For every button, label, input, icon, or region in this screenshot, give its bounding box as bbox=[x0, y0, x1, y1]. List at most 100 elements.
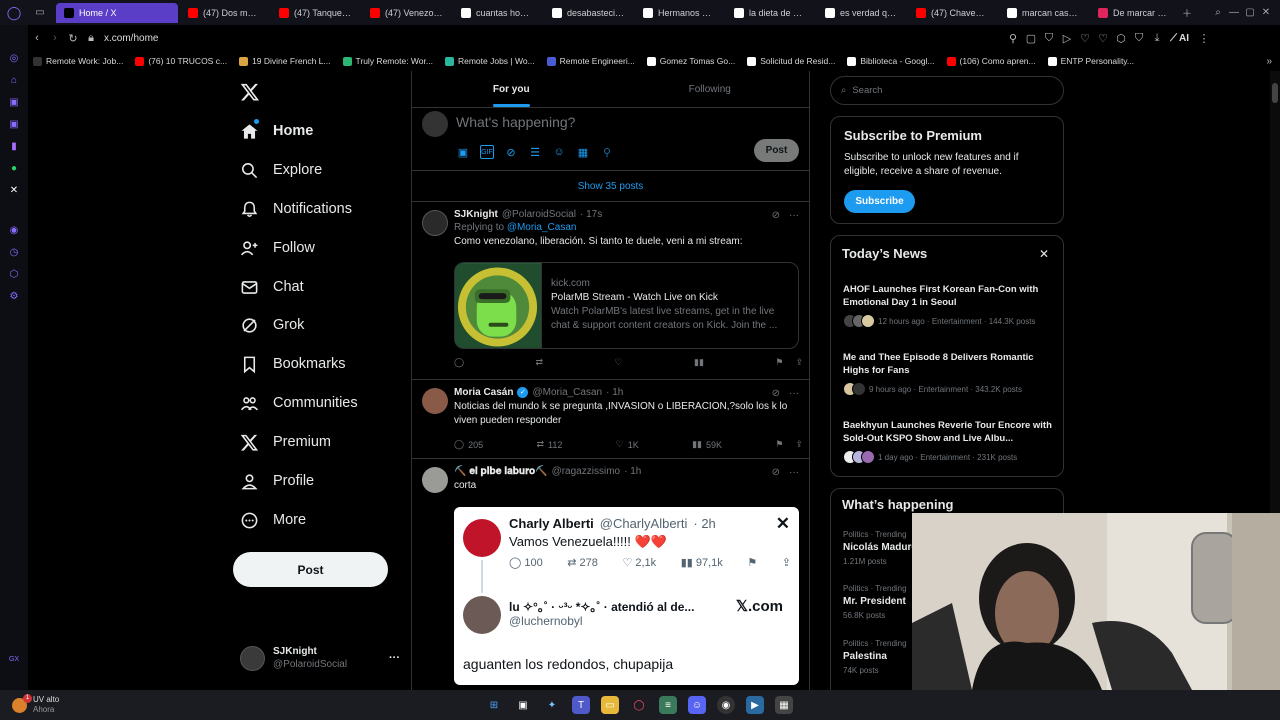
bookmark-item[interactable]: Solicitud de Resid... bbox=[742, 56, 840, 66]
repost-button[interactable]: ⇄ 112 bbox=[536, 439, 562, 450]
maximize-icon[interactable]: ▢ bbox=[1242, 5, 1258, 21]
messenger-icon[interactable]: ▣ bbox=[7, 95, 21, 109]
start-icon[interactable]: ⊞ bbox=[485, 696, 503, 714]
opera-logo-icon[interactable]: ◯ bbox=[6, 5, 22, 21]
app-active-icon[interactable]: ▶ bbox=[746, 696, 764, 714]
browser-tab[interactable]: es verdad que c bbox=[817, 3, 906, 23]
link-card[interactable]: kick.com PolarMB Stream - Watch Live on … bbox=[454, 262, 799, 349]
shield-icon[interactable]: ⛉ bbox=[1040, 29, 1058, 47]
bookmark-tweet-icon[interactable]: ⚑ bbox=[775, 439, 783, 450]
account-switcher[interactable]: SJKnight @PolaroidSocial ··· bbox=[240, 641, 400, 675]
compose-post-button[interactable]: Post bbox=[754, 139, 799, 162]
show-more-posts[interactable]: Show 35 posts bbox=[412, 171, 809, 202]
search-tabs-icon[interactable]: ⌕ bbox=[1210, 5, 1226, 21]
weather-widget[interactable]: 1 UV alto Ahora bbox=[12, 693, 132, 715]
discord-icon[interactable]: ☺ bbox=[688, 696, 706, 714]
browser-tab[interactable]: cuantas homicio bbox=[453, 3, 542, 23]
like-button[interactable]: ♡ bbox=[615, 357, 623, 368]
tweet[interactable]: ⊘ ··· ⛏️ 𝐞𝐥 𝐩𝐢𝐛𝐞 𝐥𝐚𝐛𝐮𝐫𝐨⛏️ @ragazzissimo … bbox=[412, 459, 809, 690]
share-icon[interactable]: ⇪ bbox=[795, 439, 803, 450]
bookmark-item[interactable]: Gomez Tomas Go... bbox=[642, 56, 740, 66]
news-item[interactable]: AHOF Launches First Korean Fan-Con with … bbox=[843, 283, 1055, 328]
vpn-icon[interactable]: ⛉ bbox=[1130, 29, 1148, 47]
close-window-icon[interactable]: ✕ bbox=[1258, 5, 1274, 21]
reply-button[interactable]: ◯ 205 bbox=[454, 439, 483, 450]
repost-button[interactable]: ⇄ bbox=[536, 357, 544, 368]
aria-icon[interactable]: ◎ bbox=[7, 51, 21, 65]
news-item[interactable]: Me and Thee Episode 8 Delivers Romantic … bbox=[843, 351, 1055, 396]
tweet-screenshot-image[interactable]: Charly Alberti @CharlyAlberti · 2h ✕ Vam… bbox=[454, 507, 799, 685]
news-item[interactable]: Baekhyun Launches Reverie Tour Encore wi… bbox=[843, 419, 1055, 464]
ai-button[interactable]: ⟋ AI bbox=[1170, 33, 1189, 44]
browser-tab[interactable]: (47) Dos meses bbox=[180, 3, 269, 23]
compose-input[interactable]: What's happening? bbox=[456, 114, 575, 130]
nav-item-communities[interactable]: Communities bbox=[240, 390, 358, 416]
location-icon[interactable]: ⚲ bbox=[600, 145, 614, 159]
history-icon[interactable]: ◷ bbox=[7, 245, 21, 259]
browser-tab[interactable]: Home / X bbox=[56, 2, 178, 23]
nav-item-follow[interactable]: Follow bbox=[240, 235, 315, 261]
nav-item-more[interactable]: More bbox=[240, 507, 306, 533]
views-button[interactable]: ▮▮ bbox=[694, 357, 704, 368]
tweet-handle[interactable]: @PolaroidSocial bbox=[502, 209, 576, 220]
browser-tab[interactable]: De marcar casa bbox=[1090, 3, 1179, 23]
emoji-icon[interactable]: ☺ bbox=[552, 145, 566, 159]
opera-taskbar-icon[interactable]: ◯ bbox=[630, 696, 648, 714]
schedule-icon[interactable]: ▦ bbox=[576, 145, 590, 159]
nav-item-grok[interactable]: Grok bbox=[240, 312, 304, 338]
gif-icon[interactable]: GIF bbox=[480, 145, 494, 159]
pinboard-icon[interactable]: ⬡ bbox=[7, 267, 21, 281]
menu-icon[interactable]: ⋮ bbox=[1195, 29, 1213, 47]
bookmark-item[interactable]: (76) 10 TRUCOS c... bbox=[130, 56, 232, 66]
new-tab-icon[interactable]: ＋ bbox=[1179, 5, 1195, 21]
browser-tab[interactable]: (47) Chavez ins bbox=[908, 3, 997, 23]
notepad-icon[interactable]: ≡ bbox=[659, 696, 677, 714]
browser-tab[interactable]: (47) Tanque pa bbox=[271, 3, 360, 23]
bookmark-tweet-icon[interactable]: ⚑ bbox=[775, 357, 783, 368]
calculator-icon[interactable]: ▦ bbox=[775, 696, 793, 714]
browser-tab[interactable]: Hermanos Fadd bbox=[635, 3, 724, 23]
reply-to-link[interactable]: @Moria_Casan bbox=[507, 222, 577, 233]
nav-item-notifications[interactable]: Notifications bbox=[240, 196, 352, 222]
pin-icon[interactable]: ⚲ bbox=[1004, 29, 1022, 47]
settings-icon[interactable]: ⚙ bbox=[7, 289, 21, 303]
tweet-time[interactable]: · 17s bbox=[580, 209, 602, 220]
share-icon[interactable]: ⇪ bbox=[795, 357, 803, 368]
tab-overview-icon[interactable]: ▭ bbox=[32, 5, 48, 21]
like-button[interactable]: ♡ 1K bbox=[616, 439, 639, 450]
nav-item-chat[interactable]: Chat bbox=[240, 274, 304, 300]
media-icon[interactable]: ▣ bbox=[456, 145, 470, 159]
whatsapp-icon[interactable]: ● bbox=[7, 161, 21, 175]
x-sidebar-icon[interactable]: ✕ bbox=[7, 183, 21, 197]
gx-icon[interactable]: GX bbox=[7, 652, 21, 666]
bookmark-page-icon[interactable]: ♡ bbox=[1076, 29, 1094, 47]
site-info-icon[interactable]: 🔒︎ bbox=[82, 29, 100, 47]
post-button[interactable]: Post bbox=[233, 552, 388, 587]
play-icon[interactable]: ▷ bbox=[1058, 29, 1076, 47]
nav-item-premium[interactable]: Premium bbox=[240, 429, 331, 455]
reply-button[interactable]: ◯ bbox=[454, 357, 464, 368]
tweet-avatar[interactable] bbox=[422, 210, 448, 236]
scrollbar-thumb[interactable] bbox=[1272, 83, 1278, 103]
bookmark-item[interactable]: Remote Engineeri... bbox=[542, 56, 640, 66]
extensions-icon[interactable]: ⬡ bbox=[1112, 29, 1130, 47]
file-explorer-icon[interactable]: ▭ bbox=[601, 696, 619, 714]
x-logo-icon[interactable] bbox=[240, 82, 260, 102]
task-view-icon[interactable]: ▣ bbox=[514, 696, 532, 714]
bookmark-item[interactable]: ENTP Personality... bbox=[1043, 56, 1139, 66]
nav-item-home[interactable]: Home bbox=[240, 118, 313, 144]
browser-tab[interactable]: la dieta de mad bbox=[726, 3, 815, 23]
grok-compose-icon[interactable]: ⊘ bbox=[504, 145, 518, 159]
tweet-avatar[interactable] bbox=[422, 388, 448, 414]
back-icon[interactable]: ‹ bbox=[28, 29, 46, 47]
tweet-time[interactable]: · 1h bbox=[624, 466, 641, 477]
views-button[interactable]: ▮▮ 59K bbox=[692, 439, 722, 450]
forward-icon[interactable]: › bbox=[46, 29, 64, 47]
bookmark-item[interactable]: Remote Work: Job... bbox=[28, 56, 128, 66]
heart-icon[interactable]: ♡ bbox=[1094, 29, 1112, 47]
nav-item-explore[interactable]: Explore bbox=[240, 157, 322, 183]
tweet-author[interactable]: ⛏️ 𝐞𝐥 𝐩𝐢𝐛𝐞 𝐥𝐚𝐛𝐮𝐫𝐨⛏️ bbox=[454, 466, 548, 477]
tab-following[interactable]: Following bbox=[611, 71, 810, 107]
subscribe-button[interactable]: Subscribe bbox=[844, 190, 915, 213]
tweet-avatar[interactable] bbox=[422, 467, 448, 493]
